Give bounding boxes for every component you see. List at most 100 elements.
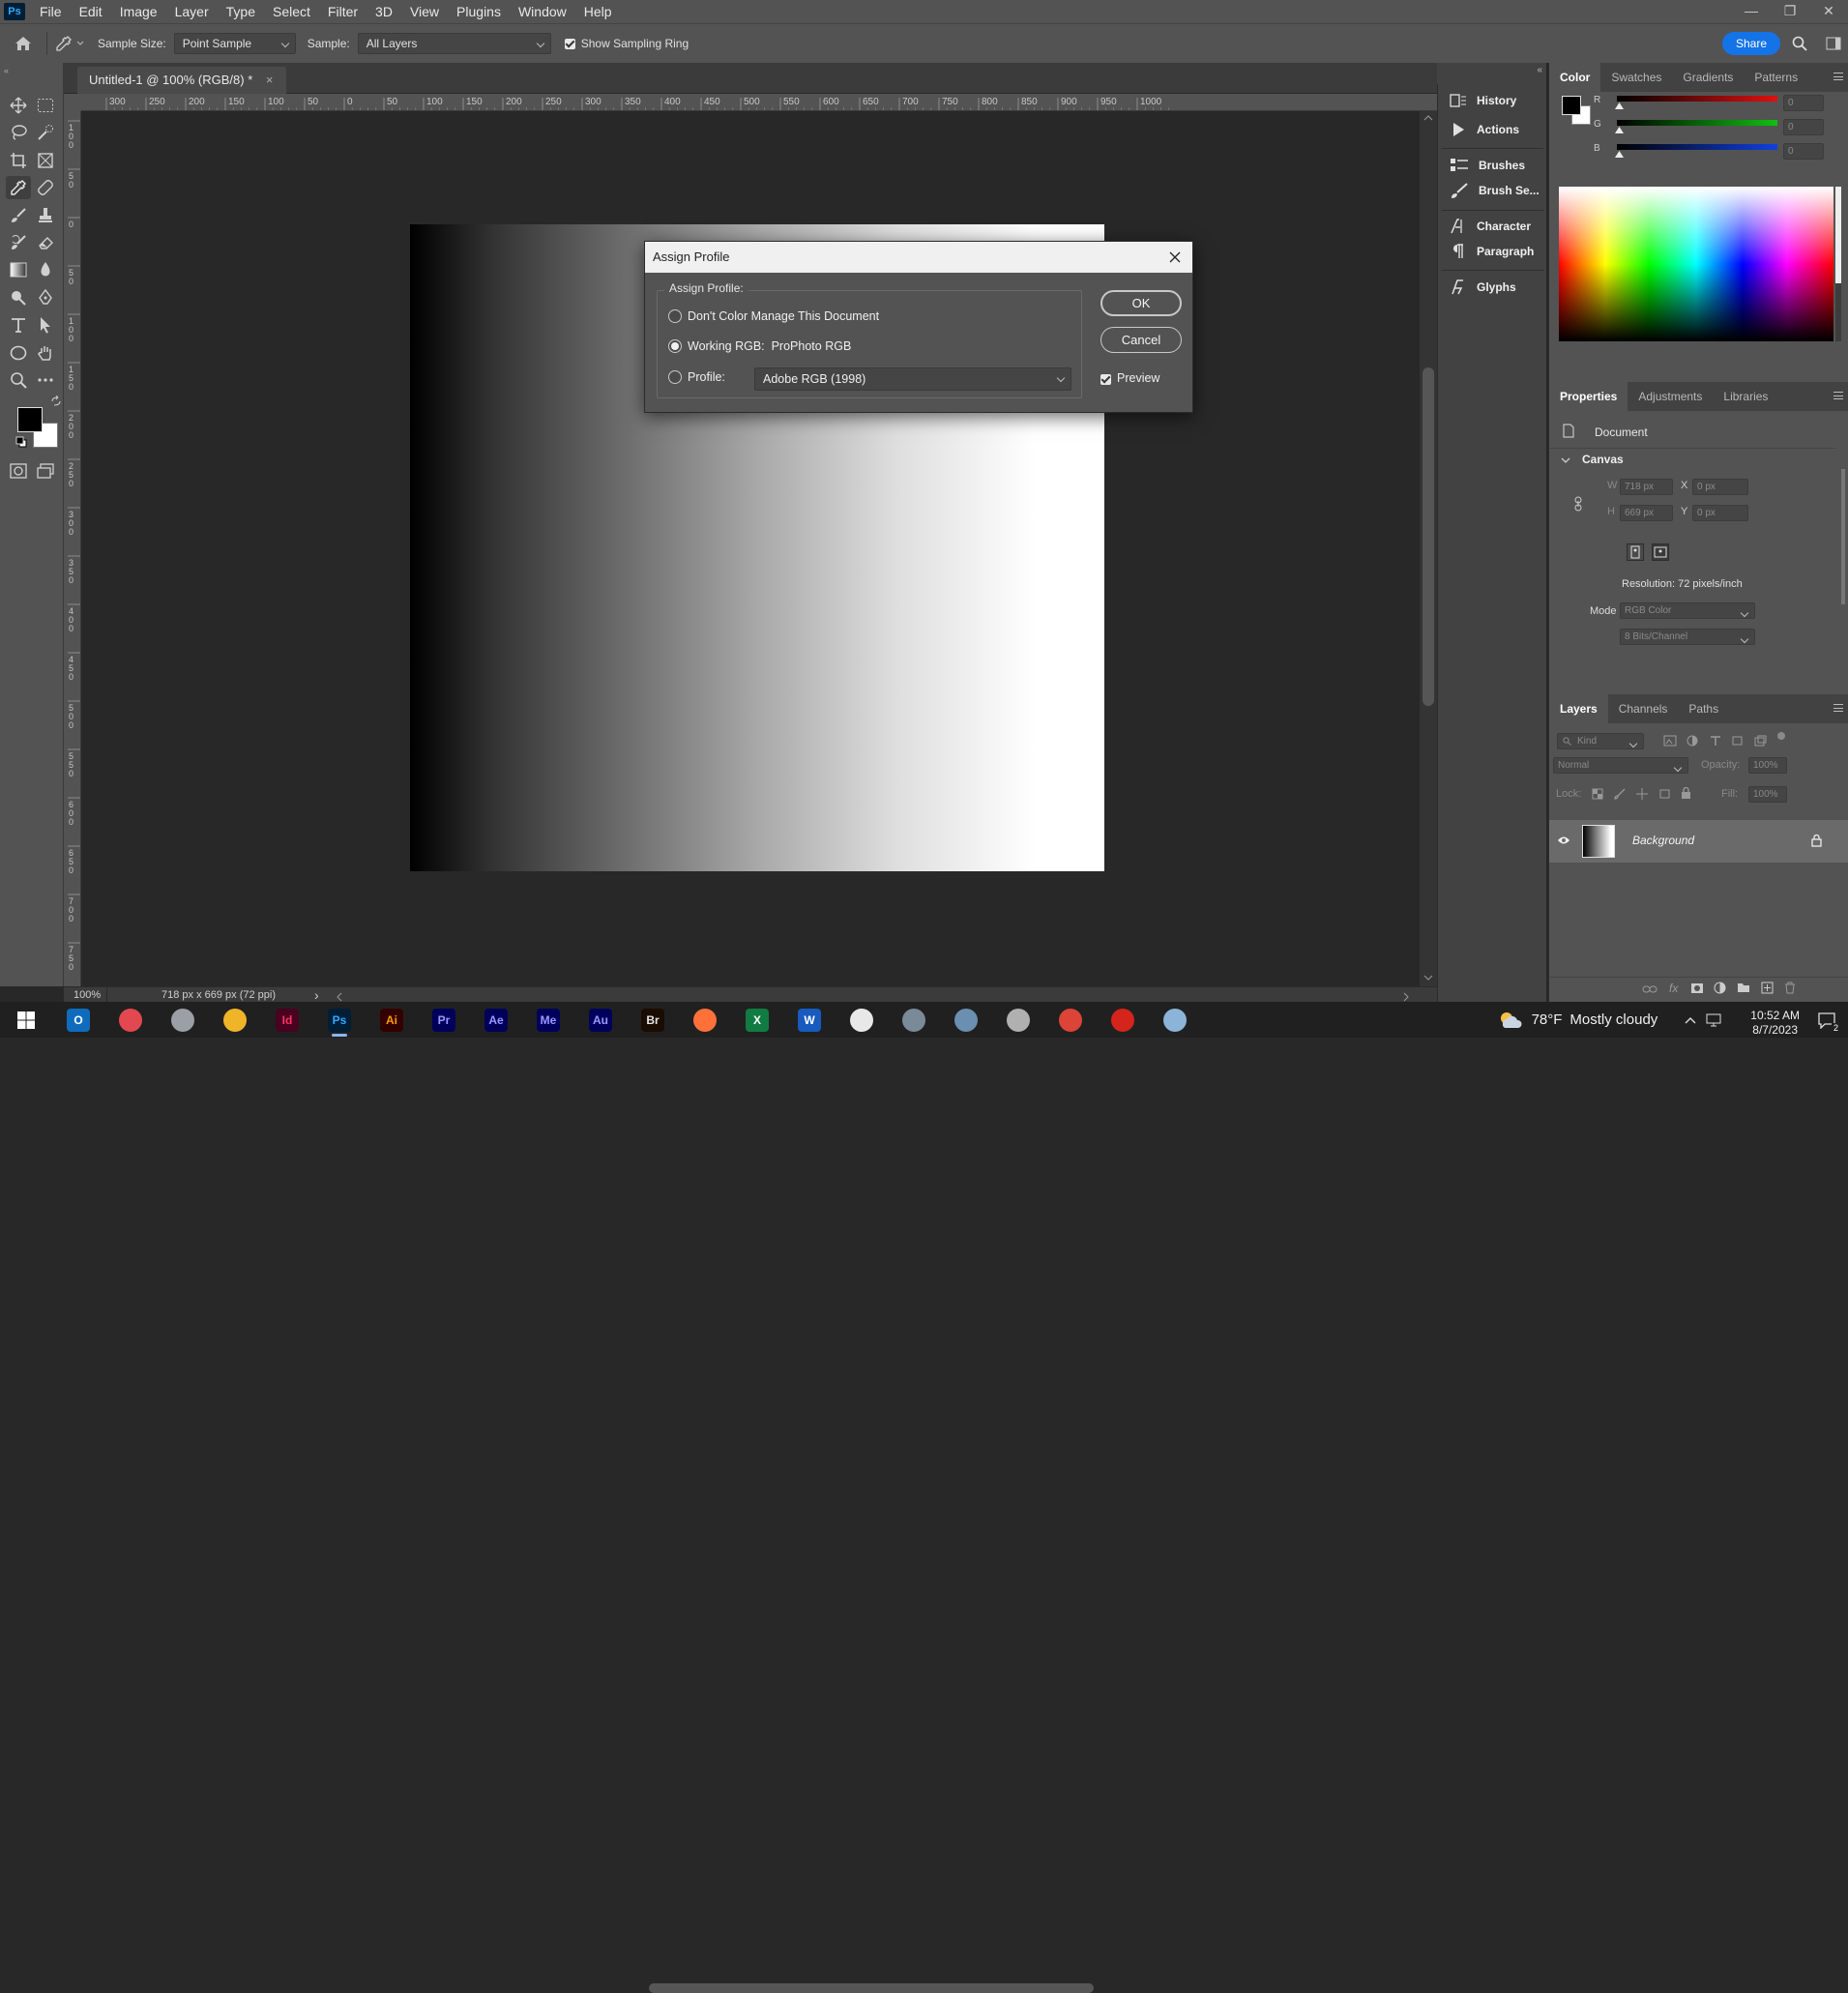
after-effects-icon[interactable]: Ae xyxy=(470,1002,522,1038)
channel-r-slider[interactable] xyxy=(1617,96,1777,102)
fill-field[interactable]: 100% xyxy=(1748,786,1787,803)
opacity-field[interactable]: 100% xyxy=(1748,757,1787,774)
slack-icon[interactable] xyxy=(836,1002,888,1038)
canvas-section-chevron-icon[interactable] xyxy=(1561,456,1570,464)
channel-g-slider[interactable] xyxy=(1617,120,1777,126)
audition-icon[interactable]: Au xyxy=(574,1002,627,1038)
panel-character[interactable]: Character xyxy=(1450,214,1531,239)
start-icon[interactable] xyxy=(0,1002,52,1038)
channel-b-value[interactable]: 0 xyxy=(1783,143,1824,160)
network-icon[interactable] xyxy=(888,1002,940,1038)
pen-tool-icon[interactable] xyxy=(33,286,58,309)
tab-patterns[interactable]: Patterns xyxy=(1744,63,1808,92)
menu-plugins[interactable]: Plugins xyxy=(448,0,510,23)
color-panel-scrollbar[interactable] xyxy=(1835,187,1841,341)
menu-file[interactable]: File xyxy=(31,0,71,23)
show-sampling-ring-checkbox[interactable] xyxy=(564,38,575,49)
delete-layer-icon[interactable] xyxy=(1784,982,1796,994)
link-dimensions-icon[interactable] xyxy=(1573,496,1583,512)
tab-properties[interactable]: Properties xyxy=(1549,382,1628,411)
tab-channels[interactable]: Channels xyxy=(1608,694,1679,723)
creative-cloud-icon[interactable] xyxy=(104,1002,157,1038)
scroll-left-icon[interactable] xyxy=(337,992,342,1002)
layer-row[interactable]: Background xyxy=(1549,820,1848,863)
preview-checkbox[interactable] xyxy=(1100,374,1111,385)
menu-help[interactable]: Help xyxy=(575,0,621,23)
clock[interactable]: 10:52 AM 8/7/2023 xyxy=(1750,1009,1800,1038)
zoom-tool-icon[interactable] xyxy=(6,368,31,392)
workspace-icon[interactable] xyxy=(1819,37,1848,50)
channel-g-value[interactable]: 0 xyxy=(1783,119,1824,135)
profile-label[interactable]: Profile: xyxy=(688,370,725,384)
filter-adjustment-icon[interactable] xyxy=(1687,735,1698,747)
channel-g-slider-thumb[interactable] xyxy=(1615,127,1624,133)
y-field[interactable]: 0 px xyxy=(1692,505,1748,521)
indesign-icon[interactable]: Id xyxy=(261,1002,313,1038)
panel-glyphs[interactable]: Glyphs xyxy=(1450,275,1516,300)
swap-colors-icon[interactable] xyxy=(50,396,62,407)
menu-edit[interactable]: Edit xyxy=(71,0,111,23)
scroll-down-icon[interactable] xyxy=(1423,975,1433,981)
status-menu-arrow[interactable]: › xyxy=(314,987,319,1003)
sample-dropdown[interactable]: All Layers xyxy=(357,33,551,54)
lock-transparent-icon[interactable] xyxy=(1592,788,1603,800)
preview-label[interactable]: Preview xyxy=(1117,371,1159,385)
vertical-ruler[interactable]: 1005005010015020025030035040045050055060… xyxy=(64,111,81,986)
menu-view[interactable]: View xyxy=(401,0,448,23)
ok-button[interactable]: OK xyxy=(1100,290,1182,316)
marquee-tool-icon[interactable] xyxy=(33,94,58,117)
search-icon[interactable] xyxy=(1780,36,1819,51)
weather-icon[interactable] xyxy=(1497,1011,1524,1030)
tab-gradients[interactable]: Gradients xyxy=(1672,63,1744,92)
filter-type-icon[interactable] xyxy=(1710,735,1721,747)
photoshop-icon[interactable]: Ps xyxy=(313,1002,366,1038)
layer-visibility-icon[interactable] xyxy=(1557,835,1570,845)
close-document-icon[interactable]: × xyxy=(266,73,274,87)
blend-mode-dropdown[interactable]: Normal xyxy=(1553,757,1688,774)
tab-paths[interactable]: Paths xyxy=(1678,694,1729,723)
quick-selection-tool-icon[interactable] xyxy=(33,121,58,144)
new-layer-icon[interactable] xyxy=(1761,982,1774,994)
profile-dropdown[interactable]: Adobe RGB (1998) xyxy=(754,367,1071,391)
collapse-toolbar-icon[interactable]: « xyxy=(4,66,9,75)
sample-size-dropdown[interactable]: Point Sample xyxy=(173,33,296,54)
properties-scrollbar[interactable] xyxy=(1841,469,1845,604)
screen-mode-icon[interactable] xyxy=(33,459,58,483)
share-button[interactable]: Share xyxy=(1721,32,1780,55)
width-field[interactable]: 718 px xyxy=(1620,479,1673,495)
media-encoder-icon[interactable]: Me xyxy=(522,1002,574,1038)
bits-dropdown[interactable]: 8 Bits/Channel xyxy=(1620,629,1755,645)
quick-mask-icon[interactable] xyxy=(6,459,31,483)
tab-layers[interactable]: Layers xyxy=(1549,694,1608,723)
new-group-icon[interactable] xyxy=(1737,982,1750,993)
dont-color-manage-radio[interactable] xyxy=(668,309,682,323)
more-tools-icon[interactable] xyxy=(33,368,58,392)
bridge-icon[interactable]: Br xyxy=(627,1002,679,1038)
horizontal-scroll-thumb[interactable] xyxy=(649,1983,1094,1993)
panel-paragraph[interactable]: Paragraph xyxy=(1450,239,1534,264)
x-field[interactable]: 0 px xyxy=(1692,479,1748,495)
word-icon[interactable]: W xyxy=(783,1002,836,1038)
menu-select[interactable]: Select xyxy=(264,0,319,23)
acrobat-icon[interactable] xyxy=(1097,1002,1149,1038)
history-brush-tool-icon[interactable] xyxy=(6,231,31,254)
channel-r-value[interactable]: 0 xyxy=(1783,95,1824,111)
lock-image-icon[interactable] xyxy=(1614,788,1626,800)
eyedropper-tool-icon[interactable] xyxy=(6,176,31,199)
landscape-orientation-icon[interactable] xyxy=(1652,543,1669,561)
new-adjustment-layer-icon[interactable] xyxy=(1714,982,1726,994)
menu-layer[interactable]: Layer xyxy=(166,0,218,23)
mode-dropdown[interactable]: RGB Color xyxy=(1620,602,1755,619)
file-explorer-icon[interactable] xyxy=(209,1002,261,1038)
menu-3d[interactable]: 3D xyxy=(367,0,401,23)
lock-artboard-icon[interactable] xyxy=(1658,788,1671,800)
menu-filter[interactable]: Filter xyxy=(319,0,367,23)
blur-tool-icon[interactable] xyxy=(33,258,58,281)
panel-history[interactable]: History xyxy=(1450,88,1516,113)
vertical-scroll-thumb[interactable] xyxy=(1423,367,1434,706)
brush-tool-icon[interactable] xyxy=(6,204,31,227)
panel-brush-settings[interactable]: Brush Se... xyxy=(1450,178,1540,203)
properties-panel-menu-icon[interactable] xyxy=(1833,392,1843,399)
clone-stamp-tool-icon[interactable] xyxy=(33,204,58,227)
path-selection-tool-icon[interactable] xyxy=(33,313,58,337)
